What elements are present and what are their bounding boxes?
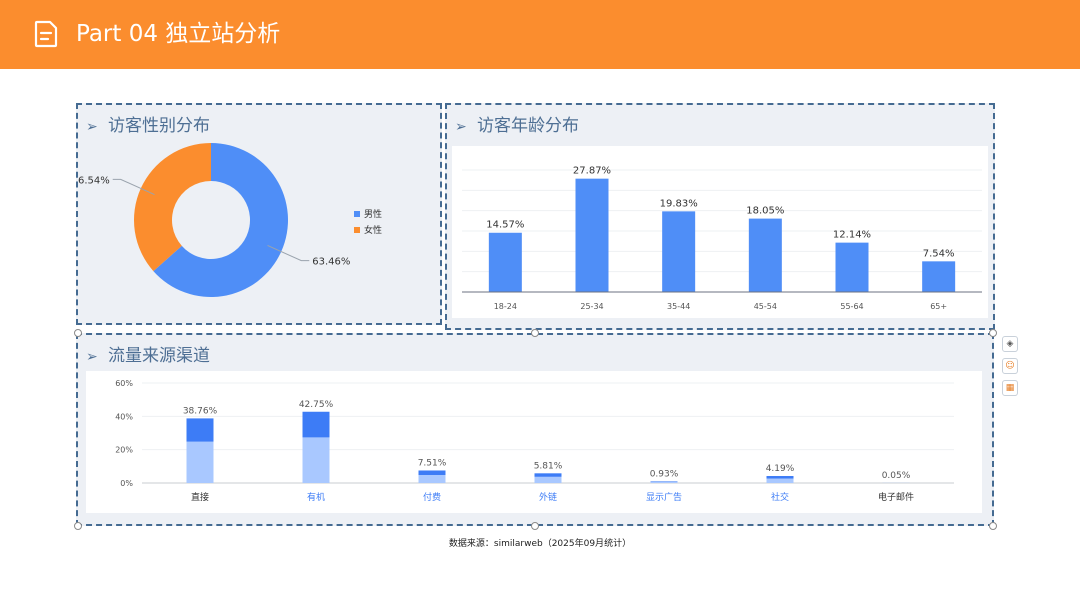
- x-tick-label: 外链: [539, 491, 557, 503]
- x-tick-label: 25-34: [580, 302, 603, 311]
- age-bar-chart: 14.57% 18-24 27.87% 25-34 19.83% 35-44 18.05% 4…: [462, 166, 982, 311]
- traffic-bar-dark: [534, 473, 562, 477]
- y-tick-label: 0%: [120, 479, 133, 488]
- traffic-bar-dark: [302, 411, 330, 438]
- bar-value-label: 5.81%: [534, 461, 563, 471]
- legend-swatch: [354, 227, 360, 233]
- y-tick-label: 40%: [115, 412, 133, 421]
- header-bar: Part 04 独立站分析: [0, 0, 1080, 69]
- x-tick-label: 有机: [307, 491, 325, 503]
- x-tick-label: 18-24: [494, 302, 517, 311]
- traffic-bar-light: [302, 437, 330, 483]
- arrow-right-icon: ➢: [86, 349, 98, 365]
- traffic-chart-area: 0% 20% 40% 60% 38.76% 直接 42.75% 有机 7.51% 付费 5.81% 外…: [86, 371, 982, 513]
- age-bar: [748, 218, 782, 292]
- x-tick-label: 社交: [771, 491, 789, 503]
- resize-handle[interactable]: [989, 329, 997, 337]
- gender-pie-chart: 63.46% 36.54% 男性女性: [78, 143, 382, 297]
- y-tick-label: 60%: [115, 379, 133, 388]
- age-panel-title: 访客年龄分布: [477, 116, 579, 136]
- legend-swatch: [354, 211, 360, 217]
- age-bar: [488, 232, 522, 292]
- traffic-panel[interactable]: ➢ 流量来源渠道 0% 20% 40% 60% 38.76% 直接 42.75% 有机 7.51%…: [76, 333, 994, 526]
- document-icon: [34, 20, 58, 48]
- age-bar: [662, 211, 696, 292]
- bar-value-label: 27.87%: [573, 166, 611, 177]
- age-bar: [575, 178, 609, 292]
- resize-handle[interactable]: [74, 329, 82, 337]
- resize-handle[interactable]: [531, 522, 539, 530]
- traffic-panel-title: 流量来源渠道: [108, 346, 210, 366]
- traffic-bar-dark: [418, 470, 446, 475]
- traffic-bar-light: [534, 476, 562, 483]
- age-panel-header: ➢ 访客年龄分布: [455, 115, 579, 138]
- data-source-note: 数据来源：similarweb（2025年09月统计）: [448, 539, 632, 549]
- bar-value-label: 18.05%: [746, 206, 784, 217]
- age-bar: [922, 261, 956, 292]
- bar-value-label: 0.93%: [650, 469, 679, 479]
- traffic-bar-dark: [186, 418, 214, 442]
- resize-handle[interactable]: [531, 329, 539, 337]
- bar-value-label: 0.05%: [882, 471, 911, 481]
- age-chart-area: 14.57% 18-24 27.87% 25-34 19.83% 35-44 18.05% 4…: [452, 146, 988, 318]
- traffic-bar-dark: [650, 481, 678, 483]
- table-icon[interactable]: ▦: [1002, 380, 1018, 396]
- side-toolbar: ◈ ☺ ▦: [1002, 336, 1018, 402]
- x-tick-label: 直接: [191, 491, 209, 503]
- traffic-bar-light: [418, 474, 446, 483]
- x-tick-label: 35-44: [667, 302, 690, 311]
- x-tick-label: 显示广告: [646, 491, 682, 503]
- age-panel[interactable]: ➢ 访客年龄分布 14.57% 18-24 27.87% 25-34 19.83% 35-4…: [445, 103, 995, 330]
- user-icon[interactable]: ☺: [1002, 358, 1018, 374]
- x-tick-label: 付费: [423, 491, 441, 503]
- bar-value-label: 19.83%: [660, 198, 698, 209]
- resize-handle[interactable]: [989, 522, 997, 530]
- layers-icon[interactable]: ◈: [1002, 336, 1018, 352]
- x-tick-label: 45-54: [754, 302, 777, 311]
- bar-value-label: 42.75%: [299, 400, 334, 410]
- bar-value-label: 14.57%: [486, 220, 524, 231]
- bar-value-label: 38.76%: [183, 406, 218, 416]
- y-tick-label: 20%: [115, 446, 133, 455]
- bar-value-label: 4.19%: [766, 464, 795, 474]
- bar-value-label: 12.14%: [833, 230, 871, 241]
- traffic-bar-light: [186, 441, 214, 483]
- bar-value-label: 7.54%: [923, 248, 955, 259]
- traffic-bar-chart: 0% 20% 40% 60% 38.76% 直接 42.75% 有机 7.51% 付费 5.81% 外…: [115, 379, 954, 503]
- legend-label: 男性: [364, 208, 382, 220]
- x-tick-label: 55-64: [840, 302, 863, 311]
- gender-panel[interactable]: ➢访客性别分布 63.46%36.54%男性女性: [76, 103, 442, 325]
- pie-slice-1: [134, 143, 211, 272]
- pie-value-label: 63.46%: [312, 257, 350, 268]
- traffic-bar-dark: [766, 476, 794, 479]
- resize-handle[interactable]: [74, 522, 82, 530]
- page-title: Part 04 独立站分析: [76, 21, 281, 47]
- legend-label: 女性: [364, 224, 382, 236]
- traffic-panel-header: ➢ 流量来源渠道: [86, 345, 210, 368]
- age-bar: [835, 242, 869, 292]
- pie-value-label: 36.54%: [78, 175, 110, 186]
- bar-value-label: 7.51%: [418, 458, 447, 468]
- arrow-right-icon: ➢: [455, 119, 467, 135]
- traffic-bar-light: [766, 478, 794, 483]
- x-tick-label: 电子邮件: [878, 491, 914, 503]
- traffic-bar-light: [650, 482, 678, 483]
- x-tick-label: 65+: [930, 302, 947, 311]
